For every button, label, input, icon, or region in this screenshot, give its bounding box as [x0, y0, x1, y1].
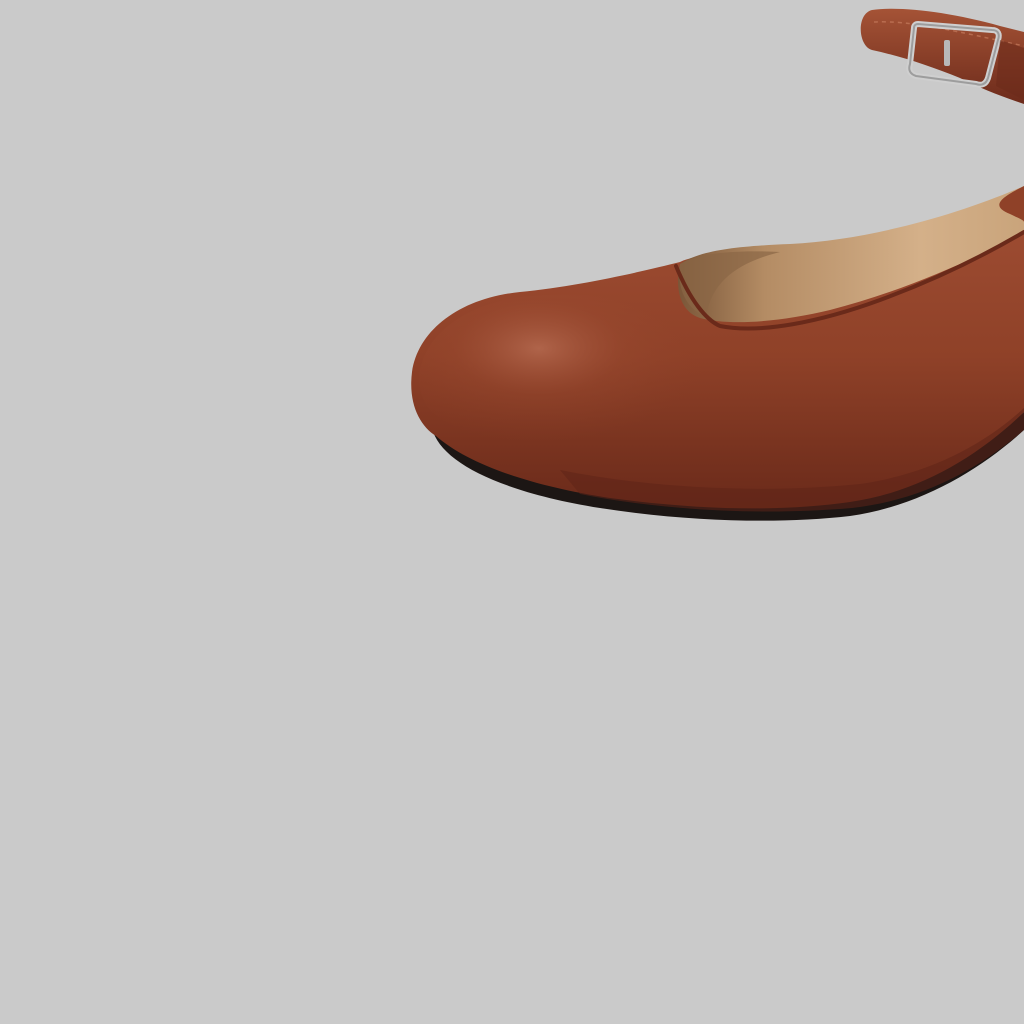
shoe-part [944, 40, 950, 66]
product-photo [0, 0, 1024, 1024]
shoe-illustration [411, 8, 1024, 521]
toe-highlight [419, 294, 704, 449]
